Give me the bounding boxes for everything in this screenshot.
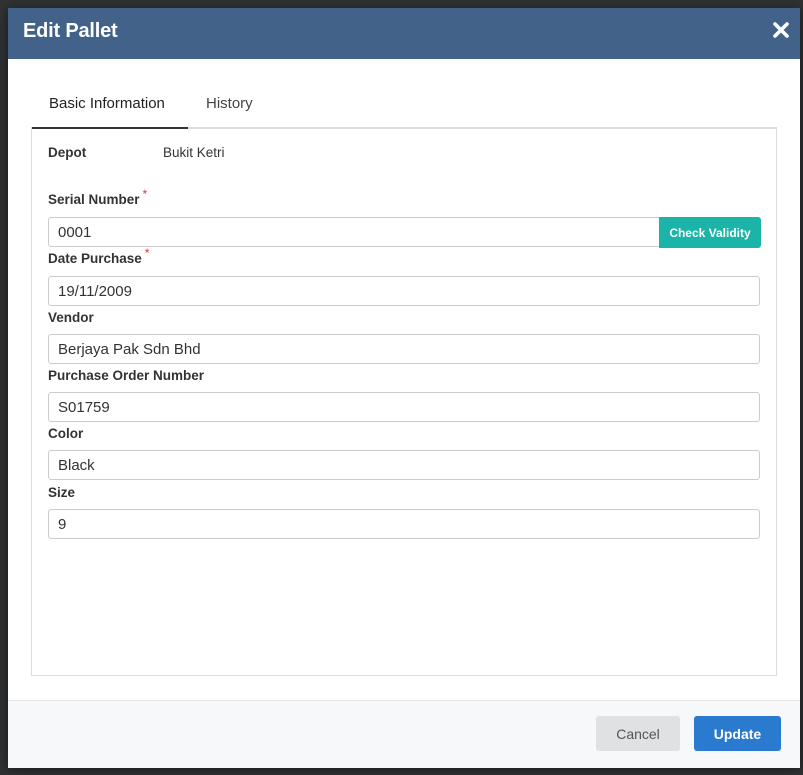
color-label: Color: [48, 426, 84, 441]
size-label: Size: [48, 485, 76, 500]
color-input[interactable]: [48, 450, 760, 480]
modal-title: Edit Pallet: [23, 20, 118, 42]
tab-bar: Basic Information History: [31, 88, 777, 129]
vendor-input[interactable]: [48, 334, 760, 364]
close-button[interactable]: [772, 21, 792, 41]
tab-history[interactable]: History: [188, 88, 271, 127]
purchase-order-number-label: Purchase Order Number: [48, 368, 205, 383]
tab-basic-information[interactable]: Basic Information: [31, 88, 188, 129]
edit-pallet-dialog: Edit Pallet Basic Information History De…: [8, 8, 800, 768]
depot-label: Depot: [48, 145, 87, 160]
cancel-button[interactable]: Cancel: [596, 716, 680, 751]
check-validity-button[interactable]: Check Validity: [659, 217, 761, 248]
basic-information-panel: Depot Bukit Ketri Serial Number* Check V…: [31, 127, 777, 676]
modal-header: Edit Pallet: [8, 8, 800, 59]
purchase-order-number-input[interactable]: [48, 392, 760, 422]
modal-footer: Cancel Update: [8, 700, 800, 768]
date-purchase-label-text: Date Purchase: [48, 251, 142, 266]
required-marker: *: [144, 246, 150, 260]
size-input[interactable]: [48, 509, 760, 539]
vendor-label: Vendor: [48, 310, 94, 325]
update-button[interactable]: Update: [694, 716, 781, 751]
date-purchase-label: Date Purchase *: [48, 246, 149, 266]
depot-value: Bukit Ketri: [163, 145, 225, 160]
serial-number-label-text: Serial Number: [48, 192, 140, 207]
close-icon: [772, 21, 792, 39]
required-marker: *: [142, 187, 148, 201]
date-purchase-input[interactable]: [48, 276, 760, 306]
serial-number-input[interactable]: [48, 217, 660, 247]
serial-number-label: Serial Number *: [48, 187, 147, 207]
